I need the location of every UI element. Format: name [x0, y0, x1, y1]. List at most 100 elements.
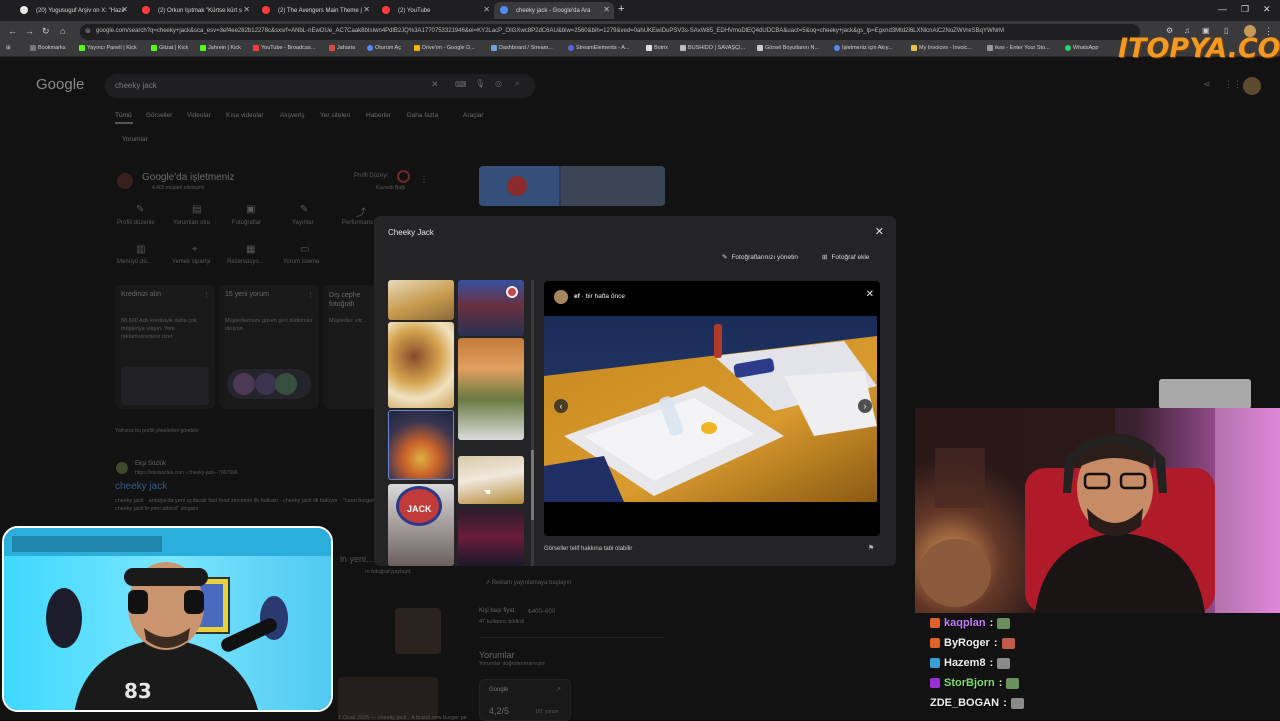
bookmark-item[interactable]: WhatsApp [1065, 45, 1098, 51]
action-read-reviews[interactable]: Yorumları oku [173, 220, 210, 226]
bookmark-item[interactable]: ikas - Enter Your Sto... [987, 45, 1050, 51]
bookmark-item[interactable]: Drive'ım - Google D... [414, 45, 475, 51]
close-tab-icon[interactable]: ✕ [603, 5, 610, 14]
browser-tab-x[interactable]: (20) Yugusuguf Arşiv on X: "Hazır ✕ [14, 2, 132, 19]
photo-thumbnail[interactable] [388, 322, 454, 408]
bookmark-item[interactable]: Botrix [646, 45, 668, 51]
browser-tab-youtube-3[interactable]: (2) YouTube ✕ [376, 2, 494, 19]
tab-short-videos[interactable]: Kısa videolar [226, 112, 264, 119]
bookmark-item[interactable]: Görsel Boyutlarını N... [757, 45, 819, 51]
author-avatar[interactable] [554, 290, 568, 304]
apps-grid-icon[interactable]: ⊞ [6, 45, 11, 51]
bookmark-item[interactable]: YouTube - Broadcas... [253, 45, 315, 51]
action-posts[interactable]: Yayınlar [292, 220, 314, 226]
card-menu-icon[interactable]: ⋮ [203, 291, 210, 299]
close-tab-icon[interactable]: ✕ [243, 5, 250, 14]
share-icon[interactable]: ⋖ [1203, 79, 1211, 90]
minimize-button[interactable]: — [1218, 4, 1227, 14]
tab-shopping[interactable]: Alışveriş [280, 112, 305, 119]
back-arrow-icon[interactable]: ← [8, 26, 17, 36]
tab-tools[interactable]: Araçlar [463, 112, 484, 119]
home-icon[interactable]: ⌂ [60, 26, 65, 36]
bookmark-item[interactable]: Gitzat | Kick [151, 45, 188, 51]
action-performance[interactable]: Performans [342, 220, 373, 226]
microphone-icon[interactable]: 🎙 [475, 79, 485, 88]
tab-all[interactable]: Tümü [115, 112, 132, 119]
search-input[interactable]: cheeky jack ✕ ⌨ 🎙 ◎ ⌕ [105, 74, 535, 98]
action-reservation[interactable]: Rezervasyo... [227, 259, 264, 265]
action-food-order[interactable]: Yemek siparişi [172, 259, 210, 265]
bookmark-item[interactable]: Yayıncı Paneli | Kick [79, 45, 137, 51]
tab-videos[interactable]: Videolar [187, 112, 211, 119]
reload-icon[interactable]: ↻ [42, 26, 50, 37]
photo-thumbnail[interactable] [388, 280, 454, 320]
card-exterior-photo[interactable]: Dış cephe fotoğrafı Müşteriler vitr... [323, 285, 377, 409]
photo-thumbnail[interactable] [458, 508, 524, 566]
bookmark-item[interactable]: My Invoices - Invoic... [911, 45, 972, 51]
bookmark-item[interactable]: StreamElements - A... [568, 45, 630, 51]
bookmark-item[interactable]: İşletmeniz için Akıy... [834, 45, 893, 51]
keyboard-icon[interactable]: ⌨ [455, 80, 467, 89]
business-photo-strip[interactable] [479, 166, 665, 206]
thumbnail-scrollbar[interactable] [531, 280, 534, 566]
browser-tab-youtube-1[interactable]: (2) Orkun Işıtmak "Kürtse kürt s ✕ [136, 2, 254, 19]
bookmark-item[interactable]: Bookmarks [30, 45, 66, 51]
bookmark-item[interactable]: BUSHIDO | SAVAŞÇI... [680, 45, 745, 51]
card-menu-icon[interactable]: ⋮ [307, 291, 314, 299]
filter-chip-reviews[interactable]: Yorumlar [122, 136, 148, 143]
browser-tab-google-active[interactable]: cheeky jack - Google'da Ara ✕ [494, 2, 614, 19]
browser-tab-youtube-2[interactable]: (2) The Avengers Main Theme | ✕ [256, 2, 374, 19]
forward-arrow-icon[interactable]: → [25, 26, 34, 36]
video-thumbnails[interactable] [338, 677, 438, 720]
maximize-button[interactable]: ❐ [1241, 4, 1249, 15]
bookmark-item[interactable]: Oturum Aç [367, 45, 401, 51]
google-logo[interactable]: Google [36, 76, 84, 93]
photo-thumbnail[interactable]: JACK [388, 484, 454, 566]
manage-photos-button[interactable]: ✎ Fotoğraflarınızı yönetin [722, 253, 798, 262]
action-edit-profile[interactable]: Profili düzenle [117, 220, 155, 226]
next-photo-button[interactable]: › [858, 399, 872, 413]
bookmark-item[interactable]: Dashboard / Stream... [491, 45, 553, 51]
bookmark-item[interactable]: Jahrein | Kick [200, 45, 241, 51]
clear-search-icon[interactable]: ✕ [431, 79, 439, 90]
card-credit[interactable]: Kredinizi alın ⋮ 58.600 Ads kredisiyle d… [115, 285, 215, 409]
bookmark-item[interactable]: Jaharia [329, 45, 355, 51]
tab-images[interactable]: Görseller [146, 112, 172, 119]
result2-thumbnail[interactable] [395, 608, 441, 654]
lens-icon[interactable]: ◎ [495, 79, 502, 88]
review-source-card[interactable]: Google ↗ 4,2/5 101 yorum [479, 679, 571, 721]
action-menu[interactable]: Menüyü dü... [117, 259, 152, 265]
action-photos[interactable]: Fotoğraflar [232, 220, 261, 226]
tab-places[interactable]: Yer siteleri [320, 112, 350, 119]
add-photo-button[interactable]: ⊞ Fotoğraf ekle [822, 253, 869, 262]
address-bar[interactable]: ⊜ google.com/search?q=cheeky+jack&sca_es… [80, 24, 1140, 40]
photo-author[interactable]: ef · bir hafta önce [574, 293, 625, 300]
close-viewer-icon[interactable]: ✕ [866, 289, 874, 300]
close-tab-icon[interactable]: ✕ [121, 5, 128, 14]
apps-icon[interactable]: ⋮⋮ [1224, 79, 1242, 90]
tab-news[interactable]: Haberler [366, 112, 391, 119]
result-url[interactable]: https://eksisozluk.com › cheeky-jack--79… [135, 470, 238, 476]
card-new-reviews[interactable]: 15 yeni yorum ⋮ Müşterilerinize güven ge… [219, 285, 319, 409]
photo-thumbnail[interactable] [458, 338, 524, 440]
result-title-link[interactable]: cheeky jack [115, 481, 167, 492]
new-tab-button[interactable]: + [618, 3, 624, 15]
tab-more[interactable]: Daha fazla [407, 112, 438, 119]
close-tab-icon[interactable]: ✕ [483, 5, 490, 14]
more-options-icon[interactable]: ⋮ [420, 175, 428, 184]
tab-title: (2) YouTube [398, 7, 431, 14]
close-tab-icon[interactable]: ✕ [363, 5, 370, 14]
photo-thumbnail-selected[interactable] [388, 410, 454, 480]
report-flag-icon[interactable]: ⚑ [868, 544, 874, 552]
photo-thumbnail[interactable] [458, 280, 524, 336]
action-review-request[interactable]: Yorum isteme [283, 259, 319, 265]
close-window-button[interactable]: ✕ [1263, 4, 1271, 15]
result2-title[interactable]: in yeni... [340, 554, 374, 564]
search-icon[interactable]: ⌕ [515, 78, 520, 89]
site-info-icon[interactable]: ⊜ [85, 27, 91, 35]
ad-cta[interactable]: ↗ Reklam yayınlamaya başlayın [485, 579, 571, 586]
main-photo[interactable] [544, 316, 877, 502]
close-modal-icon[interactable]: ✕ [875, 225, 884, 238]
previous-photo-button[interactable]: ‹ [554, 399, 568, 413]
account-avatar[interactable] [1243, 77, 1261, 95]
